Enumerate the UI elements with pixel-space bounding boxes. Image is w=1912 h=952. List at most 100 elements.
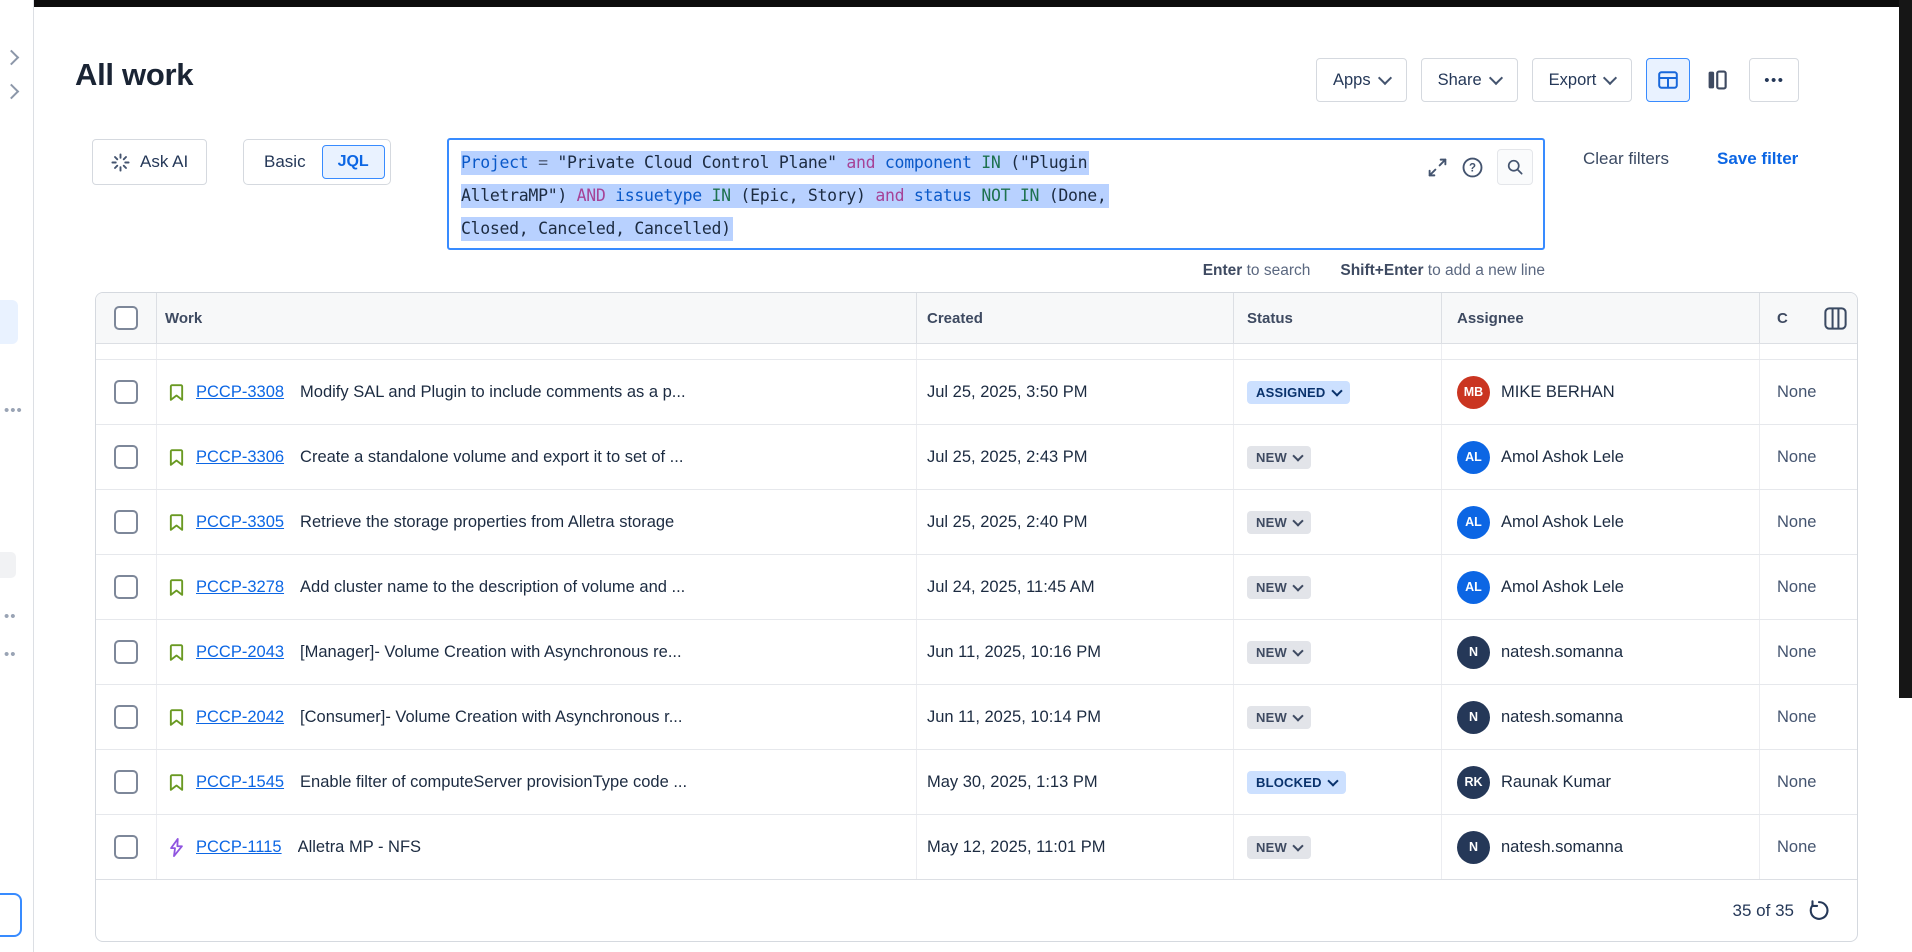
status-badge[interactable]: NEW [1247, 836, 1311, 859]
table-row[interactable]: PCCP-3305 Retrieve the storage propertie… [96, 489, 1857, 554]
table-row[interactable]: PCCP-2042 [Consumer]- Volume Creation wi… [96, 684, 1857, 749]
refresh-icon [1808, 899, 1831, 922]
mode-basic-tab[interactable]: Basic [244, 152, 321, 172]
chevron-down-icon [1327, 775, 1338, 786]
status-badge[interactable]: NEW [1247, 641, 1311, 664]
chevron-right-icon[interactable] [4, 84, 20, 100]
avatar: AL [1457, 441, 1490, 474]
created-cell: May 12, 2025, 11:01 PM [916, 815, 1233, 879]
created-cell: Jul 25, 2025, 2:43 PM [916, 425, 1233, 489]
status-badge[interactable]: ASSIGNED [1247, 381, 1350, 404]
chevron-down-icon [1292, 645, 1303, 656]
issue-key-link[interactable]: PCCP-1115 [196, 838, 282, 857]
share-button[interactable]: Share [1421, 58, 1518, 102]
issue-summary: Retrieve the storage properties from All… [300, 513, 674, 532]
table-row[interactable]: PCCP-3278 Add cluster name to the descri… [96, 554, 1857, 619]
column-header-status[interactable]: Status [1233, 293, 1441, 343]
issue-key-link[interactable]: PCCP-3306 [196, 448, 284, 467]
column-header-created[interactable]: Created [916, 293, 1233, 343]
more-actions-button[interactable]: ••• [1749, 58, 1799, 102]
query-mode-switcher: Basic JQL [243, 139, 391, 185]
status-badge[interactable]: BLOCKED [1247, 771, 1346, 794]
table-row[interactable]: PCCP-3308 Modify SAL and Plugin to inclu… [96, 359, 1857, 424]
jql-query-box: Project = "Private Cloud Control Plane" … [447, 138, 1545, 250]
chevron-down-icon [1292, 840, 1303, 851]
issue-summary: Add cluster name to the description of v… [300, 578, 685, 597]
issue-key-link[interactable]: PCCP-3308 [196, 383, 284, 402]
ask-ai-button[interactable]: Ask AI [92, 139, 207, 185]
avatar: N [1457, 636, 1490, 669]
created-cell: Jun 11, 2025, 10:16 PM [916, 620, 1233, 684]
issue-summary: Alletra MP - NFS [298, 838, 421, 857]
sidebar-selected-item[interactable] [0, 300, 18, 344]
table-row[interactable]: PCCP-1545 Enable filter of computeServer… [96, 749, 1857, 814]
select-all-checkbox[interactable] [114, 306, 138, 330]
status-badge[interactable]: NEW [1247, 446, 1311, 469]
column-header-truncated[interactable]: C [1759, 293, 1857, 343]
clear-filters-button[interactable]: Clear filters [1583, 149, 1669, 169]
row-checkbox[interactable] [114, 380, 138, 404]
created-cell: Jul 25, 2025, 2:40 PM [916, 490, 1233, 554]
search-button[interactable] [1497, 149, 1533, 185]
column-header-assignee[interactable]: Assignee [1441, 293, 1759, 343]
story-icon [165, 446, 187, 468]
issue-key-link[interactable]: PCCP-3305 [196, 513, 284, 532]
status-badge[interactable]: NEW [1247, 576, 1311, 599]
category-cell: None [1759, 555, 1857, 619]
row-checkbox[interactable] [114, 640, 138, 664]
apps-button[interactable]: Apps [1316, 58, 1407, 102]
column-header-work[interactable]: Work [156, 293, 916, 343]
row-checkbox[interactable] [114, 575, 138, 599]
chevron-down-icon [1292, 450, 1303, 461]
sidebar-item[interactable] [0, 552, 16, 578]
manage-columns-button[interactable] [1816, 302, 1848, 334]
assignee-name: natesh.somanna [1501, 838, 1623, 857]
refresh-button[interactable] [1808, 899, 1831, 922]
ai-sparkle-icon [111, 153, 130, 172]
issue-key-link[interactable]: PCCP-2043 [196, 643, 284, 662]
status-badge[interactable]: NEW [1247, 706, 1311, 729]
detail-view-button[interactable] [1699, 58, 1735, 102]
issue-key-link[interactable]: PCCP-3278 [196, 578, 284, 597]
category-cell: None [1759, 750, 1857, 814]
issue-key-link[interactable]: PCCP-2042 [196, 708, 284, 727]
collapsed-sidebar-rail: ••• •• •• [0, 0, 34, 952]
table-row[interactable]: PCCP-1115 Alletra MP - NFS May 12, 2025,… [96, 814, 1857, 879]
story-icon [165, 706, 187, 728]
status-badge[interactable]: NEW [1247, 511, 1311, 534]
created-cell: Jul 24, 2025, 11:45 AM [916, 555, 1233, 619]
story-icon [165, 771, 187, 793]
save-filter-button[interactable]: Save filter [1717, 149, 1798, 169]
chevron-down-icon [1292, 580, 1303, 591]
row-checkbox[interactable] [114, 770, 138, 794]
category-cell: None [1759, 425, 1857, 489]
chevron-down-icon [1292, 710, 1303, 721]
assignee-name: Raunak Kumar [1501, 773, 1611, 792]
issue-key-link[interactable]: PCCP-1545 [196, 773, 284, 792]
table-row[interactable]: PCCP-2043 [Manager]- Volume Creation wit… [96, 619, 1857, 684]
table-header: Work Created Status Assignee C [96, 293, 1857, 343]
row-checkbox[interactable] [114, 835, 138, 859]
export-button[interactable]: Export [1532, 58, 1633, 102]
assignee-name: MIKE BERHAN [1501, 383, 1615, 402]
drag-handle-icon: •• [4, 608, 17, 625]
expand-icon [1427, 157, 1448, 178]
row-checkbox[interactable] [114, 445, 138, 469]
table-row[interactable]: PCCP-3306 Create a standalone volume and… [96, 424, 1857, 489]
expand-button[interactable] [1427, 157, 1448, 178]
hint-shift-enter: Shift+Enter to add a new line [1340, 262, 1545, 279]
help-icon: ? [1461, 156, 1484, 179]
epic-icon [165, 836, 187, 858]
jql-input[interactable]: Project = "Private Cloud Control Plane" … [461, 146, 1413, 245]
scrolled-row-sliver [96, 343, 1857, 359]
chevron-right-icon[interactable] [4, 50, 20, 66]
sidebar-bottom-item[interactable] [0, 893, 22, 937]
row-checkbox[interactable] [114, 510, 138, 534]
mode-jql-tab[interactable]: JQL [322, 145, 385, 179]
list-view-button[interactable] [1646, 58, 1690, 102]
chevron-down-icon [1292, 515, 1303, 526]
row-checkbox[interactable] [114, 705, 138, 729]
syntax-help-button[interactable]: ? [1461, 156, 1484, 179]
chevron-down-icon [1331, 385, 1342, 396]
avatar: AL [1457, 571, 1490, 604]
